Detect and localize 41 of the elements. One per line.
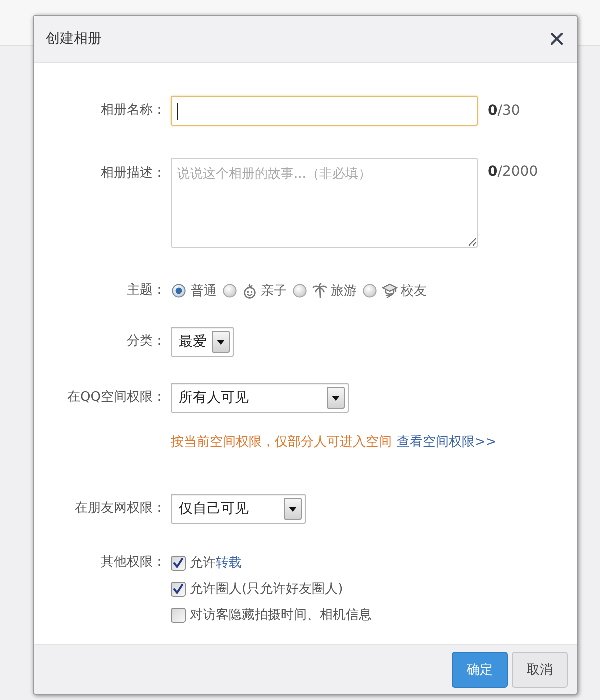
text-cursor-icon [177, 102, 178, 120]
radio-label: 普通 [191, 282, 217, 300]
checkbox[interactable] [171, 608, 186, 622]
dropdown[interactable]: 最爱 [171, 327, 234, 357]
dropdown-caret-icon [327, 387, 345, 409]
cancel-button[interactable]: 取消 [512, 652, 568, 688]
field-label: 在QQ空间权限： [66, 389, 166, 407]
graduation-cap-icon [382, 283, 398, 299]
radio-button[interactable] [363, 284, 377, 298]
radio-button[interactable] [223, 284, 237, 298]
character-counter: 0/2000 [488, 163, 538, 182]
dialog-title: 创建相册 [46, 30, 102, 48]
album-name-field[interactable] [171, 96, 478, 126]
checkbox[interactable] [171, 582, 186, 596]
view-permissions-link[interactable]: 查看空间权限>> [397, 433, 497, 451]
checkbox-label: 对访客隐藏拍摄时间、相机信息 [190, 607, 372, 624]
dropdown[interactable]: 仅自己可见 [171, 494, 306, 524]
dropdown-caret-icon [284, 498, 302, 520]
field-label: 相册描述： [100, 165, 166, 183]
smiling-face-icon [242, 283, 258, 299]
field-label: 在朋友网权限： [74, 500, 166, 518]
description-field[interactable]: 说说这个相册的故事...（非必填） [171, 158, 478, 248]
dropdown-caret-icon [212, 331, 230, 353]
radio-button[interactable] [293, 284, 307, 298]
palm-tree-icon [312, 283, 328, 299]
close-icon[interactable] [551, 33, 563, 45]
checkbox[interactable] [171, 556, 186, 570]
checkbox-label: 允许转载 [190, 555, 242, 572]
field-label: 主题： [126, 282, 166, 300]
permission-note: 按当前空间权限，仅部分人可进入空间 [171, 434, 392, 451]
field-label: 分类： [126, 333, 166, 351]
character-counter: 0/30 [488, 102, 520, 121]
radio-label: 校友 [401, 283, 427, 300]
radio-button[interactable] [172, 284, 186, 298]
radio-label: 旅游 [331, 283, 357, 300]
radio-label: 亲子 [261, 283, 287, 300]
repost-link[interactable]: 转载 [216, 556, 242, 571]
field-label: 相册名称： [100, 102, 166, 120]
field-label: 其他权限： [100, 554, 166, 572]
checkbox-label: 允许圈人(只允许好友圈人) [190, 581, 344, 598]
dropdown[interactable]: 所有人可见 [171, 383, 349, 413]
